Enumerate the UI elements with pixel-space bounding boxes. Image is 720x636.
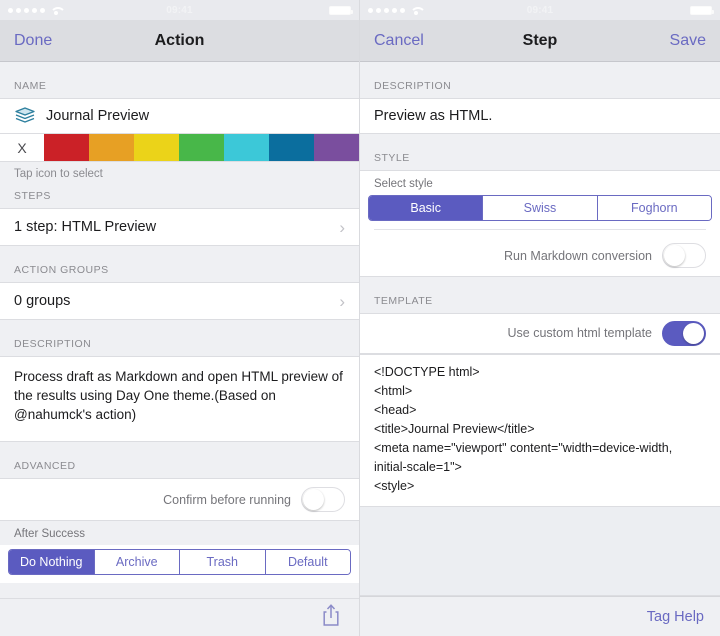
run-markdown-conversion-row: Run Markdown conversion (360, 236, 720, 277)
confirm-before-running-label: Confirm before running (163, 492, 291, 507)
action-groups-row[interactable]: 0 groups › (0, 282, 359, 320)
action-content: NAME Journal Preview X Tap icon to selec… (0, 62, 359, 598)
color-swatch-cyan[interactable] (224, 134, 269, 161)
after-success-label: After Success (14, 528, 85, 540)
description-field[interactable]: Process draft as Markdown and open HTML … (0, 356, 359, 442)
action-groups-value: 0 groups (14, 293, 71, 309)
section-header-name: NAME (0, 62, 359, 98)
dual-screen-container: 09:41 Done Action NAME Journal Preview X… (0, 0, 720, 636)
run-markdown-conversion-label: Run Markdown conversion (504, 248, 652, 263)
color-swatch-red[interactable] (44, 134, 89, 161)
step-description-row[interactable]: Preview as HTML. (360, 98, 720, 134)
section-header-style: STYLE (360, 134, 720, 170)
section-header-advanced: ADVANCED (0, 442, 359, 478)
use-custom-template-label: Use custom html template (507, 326, 653, 341)
chevron-right-icon: › (339, 217, 345, 237)
navigation-bar-right: Cancel Step Save (360, 20, 720, 62)
share-icon[interactable] (321, 603, 341, 632)
page-title-action: Action (154, 31, 205, 49)
status-bar-time: 09:41 (166, 4, 193, 16)
template-editor-empty-area[interactable] (360, 506, 720, 596)
status-bar-left: 09:41 (0, 0, 359, 20)
section-header-step-description: DESCRIPTION (360, 62, 720, 98)
section-header-template: TEMPLATE (360, 276, 720, 313)
segment-swiss[interactable]: Swiss (483, 196, 598, 220)
bottom-toolbar-left (0, 598, 359, 636)
color-swatch-green[interactable] (179, 134, 224, 161)
section-header-description: DESCRIPTION (0, 320, 359, 356)
use-custom-template-row: Use custom html template (360, 312, 720, 354)
color-swatch-orange[interactable] (89, 134, 134, 161)
run-markdown-conversion-toggle[interactable] (662, 243, 706, 269)
action-name-row[interactable]: Journal Preview (0, 98, 359, 134)
html-template-code: <!DOCTYPE html> <html> <head> <title>Jou… (374, 365, 673, 493)
layers-stack-icon[interactable] (14, 106, 36, 126)
step-description-value: Preview as HTML. (374, 108, 493, 124)
save-button[interactable]: Save (670, 32, 706, 50)
status-bar-time: 09:41 (526, 4, 554, 16)
after-success-segmented-control[interactable]: Do Nothing Archive Trash Default (8, 549, 351, 575)
battery-icon (690, 6, 714, 15)
segment-archive[interactable]: Archive (94, 550, 180, 574)
action-name-value: Journal Preview (46, 108, 150, 124)
cancel-button[interactable]: Cancel (374, 32, 424, 50)
segment-default[interactable]: Default (265, 550, 350, 574)
divider (374, 229, 706, 230)
color-swatch-purple[interactable] (314, 134, 359, 161)
clear-color-button[interactable]: X (0, 134, 44, 161)
confirm-before-running-row: Confirm before running (0, 478, 359, 521)
style-segmented-control[interactable]: Basic Swiss Foghorn (368, 195, 712, 221)
color-swatch-picker[interactable]: X (0, 134, 359, 162)
action-detail-screen: 09:41 Done Action NAME Journal Preview X… (0, 0, 360, 636)
segment-do-nothing[interactable]: Do Nothing (9, 550, 95, 574)
use-custom-template-toggle[interactable] (662, 320, 706, 346)
color-swatch-yellow[interactable] (134, 134, 179, 161)
after-success-control-wrapper: Do Nothing Archive Trash Default (0, 545, 359, 583)
bottom-toolbar-right: Tag Help (360, 596, 720, 636)
segment-trash[interactable]: Trash (180, 550, 266, 574)
step-content: DESCRIPTION Preview as HTML. STYLE Selec… (360, 62, 720, 596)
tag-help-button[interactable]: Tag Help (647, 609, 704, 625)
description-text: Process draft as Markdown and open HTML … (14, 369, 343, 423)
html-template-editor[interactable]: <!DOCTYPE html> <html> <head> <title>Jou… (360, 354, 720, 506)
select-style-label: Select style (374, 178, 433, 190)
section-header-action-groups: ACTION GROUPS (0, 246, 359, 282)
segment-foghorn[interactable]: Foghorn (597, 196, 711, 220)
steps-value: 1 step: HTML Preview (14, 219, 157, 235)
navigation-bar-left: Done Action (0, 20, 359, 62)
confirm-before-running-toggle[interactable] (301, 487, 345, 512)
segment-basic[interactable]: Basic (369, 196, 484, 220)
done-button[interactable]: Done (14, 32, 52, 50)
style-select-wrapper: Select style Basic Swiss Foghorn (360, 170, 720, 236)
step-detail-screen: 09:41 Cancel Step Save DESCRIPTION Previ… (360, 0, 720, 636)
steps-row[interactable]: 1 step: HTML Preview › (0, 208, 359, 246)
status-bar-right: 09:41 (360, 0, 720, 20)
color-picker-hint: Tap icon to select (14, 168, 103, 180)
section-header-steps: STEPS (0, 180, 359, 208)
color-swatch-blue[interactable] (269, 134, 314, 161)
battery-icon (329, 6, 353, 15)
chevron-right-icon: › (339, 291, 345, 311)
